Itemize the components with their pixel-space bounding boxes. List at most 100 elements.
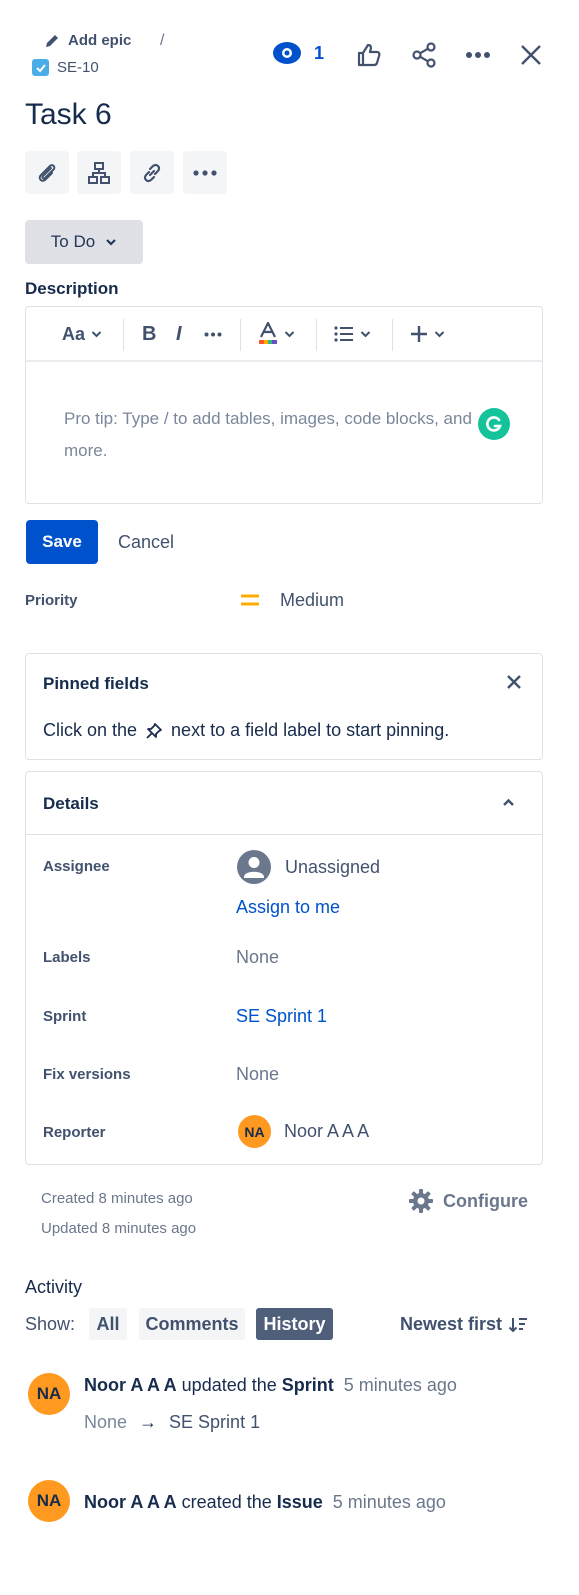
sort-label: Newest first <box>400 1314 503 1334</box>
activity-time: 5 minutes ago <box>343 1375 457 1395</box>
bold-button[interactable]: B <box>142 320 156 348</box>
text-style-dropdown[interactable]: Aa <box>62 320 102 348</box>
close-button[interactable] <box>515 39 547 71</box>
close-icon <box>506 674 522 690</box>
breadcrumb-separator: / <box>160 32 165 49</box>
details-title: Details <box>43 794 99 813</box>
pencil-icon <box>44 33 60 49</box>
more-icon <box>193 169 217 176</box>
chevron-down-icon <box>91 330 102 338</box>
filter-all-button[interactable]: All <box>89 1308 127 1340</box>
more-icon <box>204 332 222 337</box>
issue-title[interactable]: Task 6 <box>25 98 112 132</box>
more-tools-button[interactable] <box>183 151 227 194</box>
avatar: NA <box>28 1373 70 1415</box>
reporter-field[interactable]: NA Noor A A A <box>238 1115 369 1148</box>
fix-versions-label: Fix versions <box>43 1066 131 1083</box>
watch-button[interactable]: 1 <box>272 40 324 66</box>
more-actions-button[interactable] <box>462 39 494 71</box>
sort-icon <box>508 1316 528 1334</box>
add-epic-label: Add epic <box>68 32 132 49</box>
pinned-hint-after: next to a field label to start pinning. <box>171 720 450 740</box>
activity-user[interactable]: Noor A A A <box>84 1492 177 1512</box>
issue-key: SE-10 <box>57 59 99 76</box>
more-icon <box>465 51 491 59</box>
arrow-right-icon: → <box>139 1412 158 1432</box>
activity-field: Issue <box>276 1492 323 1512</box>
more-formatting-button[interactable] <box>204 320 222 348</box>
priority-value[interactable]: Medium <box>280 590 344 611</box>
configure-label: Configure <box>443 1190 528 1211</box>
like-button[interactable] <box>353 39 385 71</box>
chevron-down-icon <box>284 330 295 338</box>
activity-action: created the <box>181 1492 272 1512</box>
avatar: NA <box>28 1480 70 1522</box>
show-label: Show: <box>25 1314 76 1334</box>
italic-label: I <box>176 322 182 345</box>
created-timestamp: Created 8 minutes ago <box>41 1190 193 1207</box>
priority-label: Priority <box>25 592 78 609</box>
filter-history-button[interactable]: History <box>256 1308 333 1340</box>
activity-action: updated the <box>181 1375 277 1395</box>
reporter-label: Reporter <box>43 1124 106 1141</box>
details-panel: Details Assignee Unassigned Assign to me… <box>25 771 543 1165</box>
italic-button[interactable]: I <box>176 320 182 348</box>
grammarly-icon[interactable] <box>478 408 510 440</box>
status-label: To Do <box>50 232 96 251</box>
eye-icon <box>272 40 302 66</box>
list-button[interactable] <box>334 320 371 348</box>
link-icon <box>140 161 164 185</box>
description-heading: Description <box>25 279 119 298</box>
bullet-list-icon <box>334 326 354 342</box>
sprint-value[interactable]: SE Sprint 1 <box>236 1006 327 1027</box>
task-type-icon <box>32 59 49 76</box>
activity-time: 5 minutes ago <box>332 1492 446 1512</box>
cancel-button[interactable]: Cancel <box>108 520 184 564</box>
updated-timestamp: Updated 8 minutes ago <box>41 1220 197 1237</box>
assignee-value: Unassigned <box>285 856 381 877</box>
hierarchy-icon <box>87 161 111 185</box>
link-issue-button[interactable] <box>130 151 174 194</box>
labels-value[interactable]: None <box>236 947 279 968</box>
editor-placeholder[interactable]: Pro tip: Type / to add tables, images, c… <box>64 403 504 467</box>
gear-icon <box>408 1188 434 1214</box>
status-dropdown[interactable]: To Do <box>25 220 143 264</box>
save-button[interactable]: Save <box>26 520 98 564</box>
plus-icon <box>410 325 428 343</box>
change-to: SE Sprint 1 <box>169 1412 261 1432</box>
text-color-button[interactable] <box>258 320 295 348</box>
attach-button[interactable] <box>25 151 69 194</box>
pinned-hint-before: Click on the <box>43 720 138 740</box>
avatar: NA <box>238 1115 271 1148</box>
pinned-hint: Click on the next to a field label to st… <box>43 720 449 741</box>
activity-entry-text: Noor A A A updated the Sprint 5 minutes … <box>84 1375 457 1396</box>
add-epic-link[interactable]: Add epic <box>44 32 131 49</box>
sort-order-button[interactable]: Newest first <box>400 1314 528 1335</box>
details-header[interactable]: Details <box>26 772 542 835</box>
chevron-up-icon <box>502 798 515 807</box>
activity-field: Sprint <box>281 1375 334 1395</box>
close-pinned-button[interactable] <box>506 674 522 690</box>
sprint-label: Sprint <box>43 1008 87 1025</box>
activity-user[interactable]: Noor A A A <box>84 1375 177 1395</box>
text-style-label: Aa <box>62 323 86 344</box>
filter-comments-button[interactable]: Comments <box>139 1308 245 1340</box>
activity-heading: Activity <box>25 1277 83 1297</box>
thumbs-up-icon <box>356 42 382 68</box>
assignee-field[interactable]: Unassigned <box>237 850 380 884</box>
configure-button[interactable]: Configure <box>408 1188 528 1214</box>
description-editor[interactable]: Aa B I Pro tip: Type / to add tables, im… <box>25 306 543 504</box>
text-color-icon <box>258 322 278 346</box>
share-button[interactable] <box>408 39 440 71</box>
issue-key-link[interactable]: SE-10 <box>32 59 99 76</box>
fix-versions-value[interactable]: None <box>236 1064 279 1085</box>
chevron-down-icon <box>360 330 371 338</box>
activity-entry-text: Noor A A A created the Issue 5 minutes a… <box>84 1492 446 1513</box>
insert-button[interactable] <box>410 320 445 348</box>
assign-to-me-link[interactable]: Assign to me <box>236 897 340 918</box>
chevron-down-icon <box>434 330 445 338</box>
assignee-label: Assignee <box>43 858 110 875</box>
bold-label: B <box>142 322 157 345</box>
child-issue-button[interactable] <box>77 151 121 194</box>
close-icon <box>520 44 542 66</box>
